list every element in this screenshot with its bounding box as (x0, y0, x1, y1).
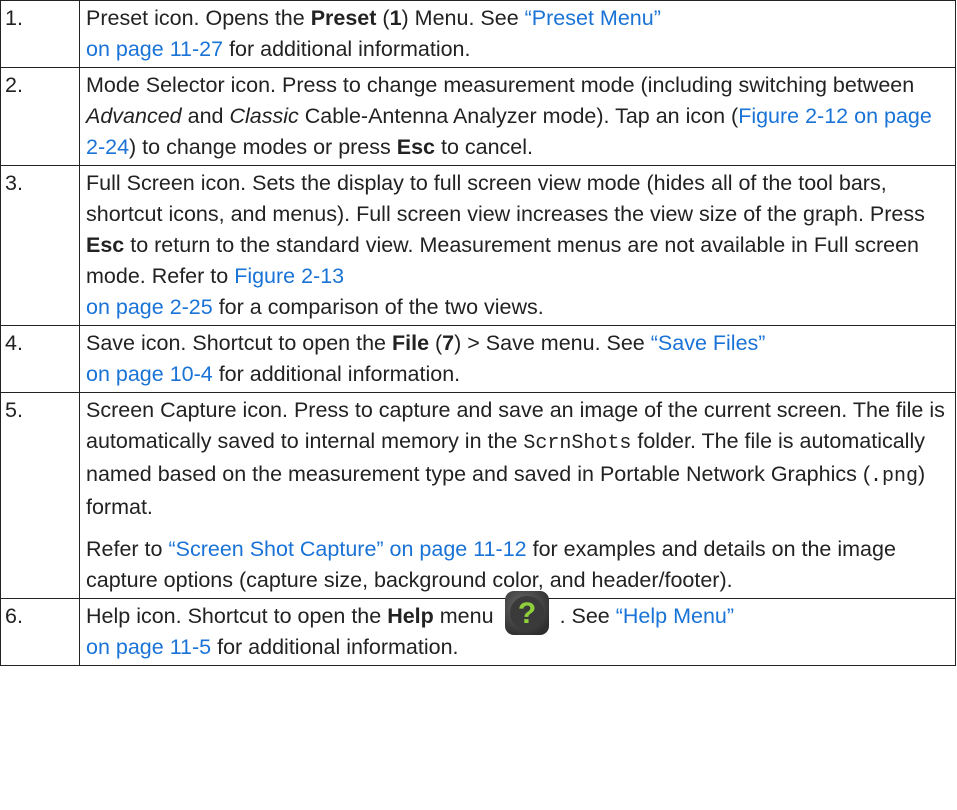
text: ) Menu. See (401, 6, 525, 30)
row-description: Mode Selector icon. Press to change meas… (79, 67, 956, 166)
cross-reference-link[interactable]: on page 10-4 (86, 362, 213, 386)
paragraph: Screen Capture icon. Press to capture an… (86, 395, 949, 523)
cross-reference-link[interactable]: “Preset Menu” (525, 6, 661, 30)
row-number: 6. (0, 598, 80, 666)
paragraph: Refer to “Screen Shot Capture” on page 1… (86, 534, 949, 596)
table-row: 2. Mode Selector icon. Press to change m… (0, 67, 956, 166)
text: . See (559, 604, 616, 628)
bold-term: Help (387, 604, 434, 628)
text: Refer to (86, 537, 169, 561)
italic-term: Advanced (86, 104, 182, 128)
text: for additional information. (212, 362, 461, 386)
table-row: 4. Save icon. Shortcut to open the File … (0, 325, 956, 393)
row-number: 2. (0, 67, 80, 166)
text: to cancel. (435, 135, 534, 159)
svg-text:?: ? (517, 597, 535, 630)
row-description: Preset icon. Opens the Preset (1) Menu. … (79, 0, 956, 68)
cross-reference-link[interactable]: on page 11-27 (86, 37, 223, 61)
row-number: 4. (0, 325, 80, 393)
cross-reference-link[interactable]: on page 11-5 (86, 635, 211, 659)
table-row: 6. Help icon. Shortcut to open the Help … (0, 591, 956, 666)
text: Cable-Antenna Analyzer mode). Tap an ico… (298, 104, 739, 128)
cross-reference-link[interactable]: “Help Menu” (616, 604, 734, 628)
cross-reference-link[interactable]: Figure 2-13 (234, 264, 344, 288)
file-extension-code: .png (869, 465, 918, 488)
row-number: 1. (0, 0, 80, 68)
table-row: 1. Preset icon. Opens the Preset (1) Men… (0, 0, 956, 68)
cross-reference-link[interactable]: “Save Files” (651, 331, 766, 355)
text: and (181, 104, 230, 128)
text: Help icon. Shortcut to open the (86, 604, 388, 628)
row-number: 3. (0, 165, 80, 326)
cross-reference-link[interactable]: “Screen Shot Capture” on page 11-12 (168, 537, 526, 561)
text: to return to the standard view. Measurem… (86, 233, 919, 288)
table-row: 3. Full Screen icon. Sets the display to… (0, 165, 956, 326)
row-description: Save icon. Shortcut to open the File (7)… (79, 325, 956, 393)
description-table: 1. Preset icon. Opens the Preset (1) Men… (0, 0, 956, 666)
folder-name-code: ScrnShots (523, 432, 632, 455)
cross-reference-link[interactable]: on page 2-25 (86, 295, 213, 319)
row-description: Help icon. Shortcut to open the Help men… (79, 591, 956, 666)
bold-key: 7 (442, 331, 455, 355)
help-question-icon: ? (504, 590, 550, 636)
bold-key: Esc (86, 233, 125, 257)
text: Mode Selector icon. Press to change meas… (86, 73, 915, 97)
italic-term: Classic (229, 104, 299, 128)
text: ( (429, 331, 443, 355)
text: menu (433, 604, 494, 628)
bold-term: File (391, 331, 430, 355)
text: Save icon. Shortcut to open the (86, 331, 392, 355)
bold-key: Esc (396, 135, 436, 159)
bold-key: 1 (389, 6, 402, 30)
text: Preset icon. Opens the (86, 6, 311, 30)
text: ( (376, 6, 390, 30)
table-row: 5. Screen Capture icon. Press to capture… (0, 392, 956, 599)
row-description: Full Screen icon. Sets the display to fu… (79, 165, 956, 326)
text: Full Screen icon. Sets the display to fu… (86, 171, 925, 226)
text: for a comparison of the two views. (212, 295, 544, 319)
bold-term: Preset (310, 6, 377, 30)
text: ) to change modes or press (129, 135, 397, 159)
text: for additional information. (211, 635, 459, 659)
row-number: 5. (0, 392, 80, 599)
text: ) > Save menu. See (454, 331, 651, 355)
text: for additional information. (223, 37, 471, 61)
row-description: Screen Capture icon. Press to capture an… (79, 392, 956, 599)
